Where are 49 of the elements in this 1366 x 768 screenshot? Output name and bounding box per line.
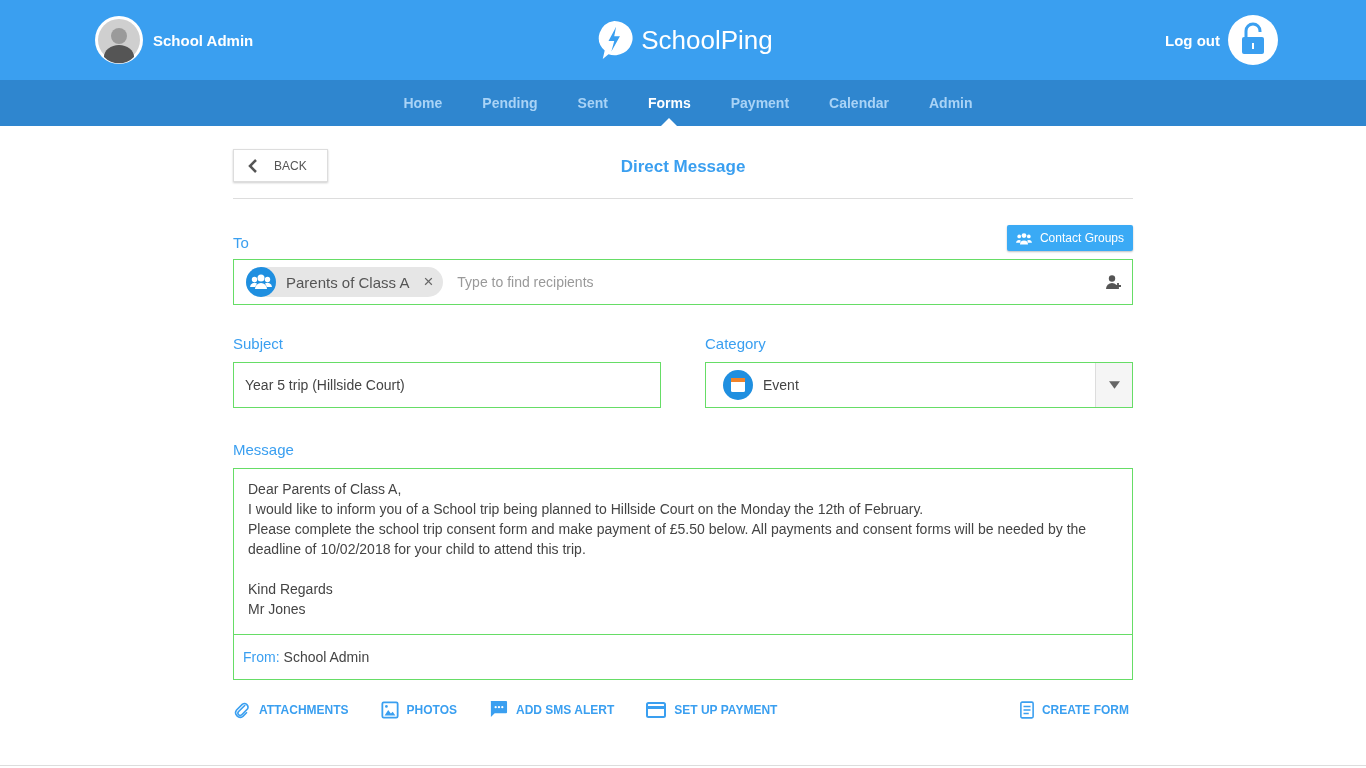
category-value: Event <box>763 377 800 393</box>
subject-label: Subject <box>233 335 285 352</box>
calendar-icon <box>723 370 753 400</box>
create-form-link[interactable]: CREATE FORM <box>1019 700 1129 719</box>
group-icon <box>1015 231 1032 245</box>
message-line: I would like to inform you of a School trip being planned to Hillside Court on the Monday the 12th of February. <box>248 500 925 519</box>
from-label: From: <box>243 649 280 665</box>
message-line: Please complete the school trip consent form and make payment of £5.50 below. All payments and consent forms will be needed by the deadline of 10/02/2018 for your child to attend this trip. <box>248 520 1088 559</box>
page-title: Direct Message <box>620 157 746 177</box>
nav-tab[interactable]: Pending <box>462 80 558 126</box>
remove-chip-button[interactable]: × <box>419 272 434 292</box>
nav-tab[interactable]: Payment <box>710 80 810 126</box>
action-link[interactable]: SET UP PAYMENT <box>646 701 778 718</box>
action-link[interactable]: ATTACHMENTS <box>233 700 349 719</box>
image-icon <box>380 700 399 719</box>
user-name: School Admin <box>153 31 254 49</box>
chip-label: Parents of Class A <box>286 273 410 291</box>
caret-down-icon <box>1108 381 1120 389</box>
add-person-icon[interactable] <box>1106 274 1122 290</box>
chevron-left-icon <box>248 157 258 174</box>
padlock-icon[interactable] <box>1228 15 1278 65</box>
message-line: Kind Regards <box>248 580 334 599</box>
nav-tab[interactable]: Home <box>383 80 463 126</box>
paperclip-icon <box>233 700 251 719</box>
group-icon <box>246 267 276 297</box>
credit-card-icon <box>646 701 667 718</box>
recipients-field[interactable]: Parents of Class A × Type to find recipients <box>233 259 1133 305</box>
subject-field[interactable]: Year 5 trip (Hillside Court) <box>233 362 661 408</box>
app-logo-text: SchoolPing <box>641 24 773 56</box>
message-label: Message <box>233 441 295 458</box>
category-label: Category <box>705 335 767 352</box>
message-line: Dear Parents of Class A, <box>248 480 403 499</box>
message-line: Mr Jones <box>248 600 307 619</box>
avatar-icon <box>94 15 144 65</box>
logout-link[interactable]: Log out <box>1165 31 1220 49</box>
category-dropdown[interactable]: Event <box>705 362 1133 408</box>
action-link[interactable]: ADD SMS ALERT <box>489 700 615 719</box>
nav-tab[interactable]: Sent <box>557 80 628 126</box>
nav-tab[interactable]: Calendar <box>809 80 909 126</box>
message-field[interactable] <box>233 468 1133 680</box>
contact-groups-button[interactable]: Contact Groups <box>1006 225 1133 251</box>
nav-tab[interactable]: Admin <box>909 80 993 126</box>
nav-tab[interactable]: Forms <box>627 80 711 126</box>
to-label: To <box>233 234 249 251</box>
chat-bubble-icon <box>489 700 508 719</box>
action-link[interactable]: PHOTOS <box>380 700 457 719</box>
back-button[interactable]: BACK <box>233 149 328 182</box>
document-icon <box>1019 700 1034 719</box>
from-value: School Admin <box>283 649 370 665</box>
